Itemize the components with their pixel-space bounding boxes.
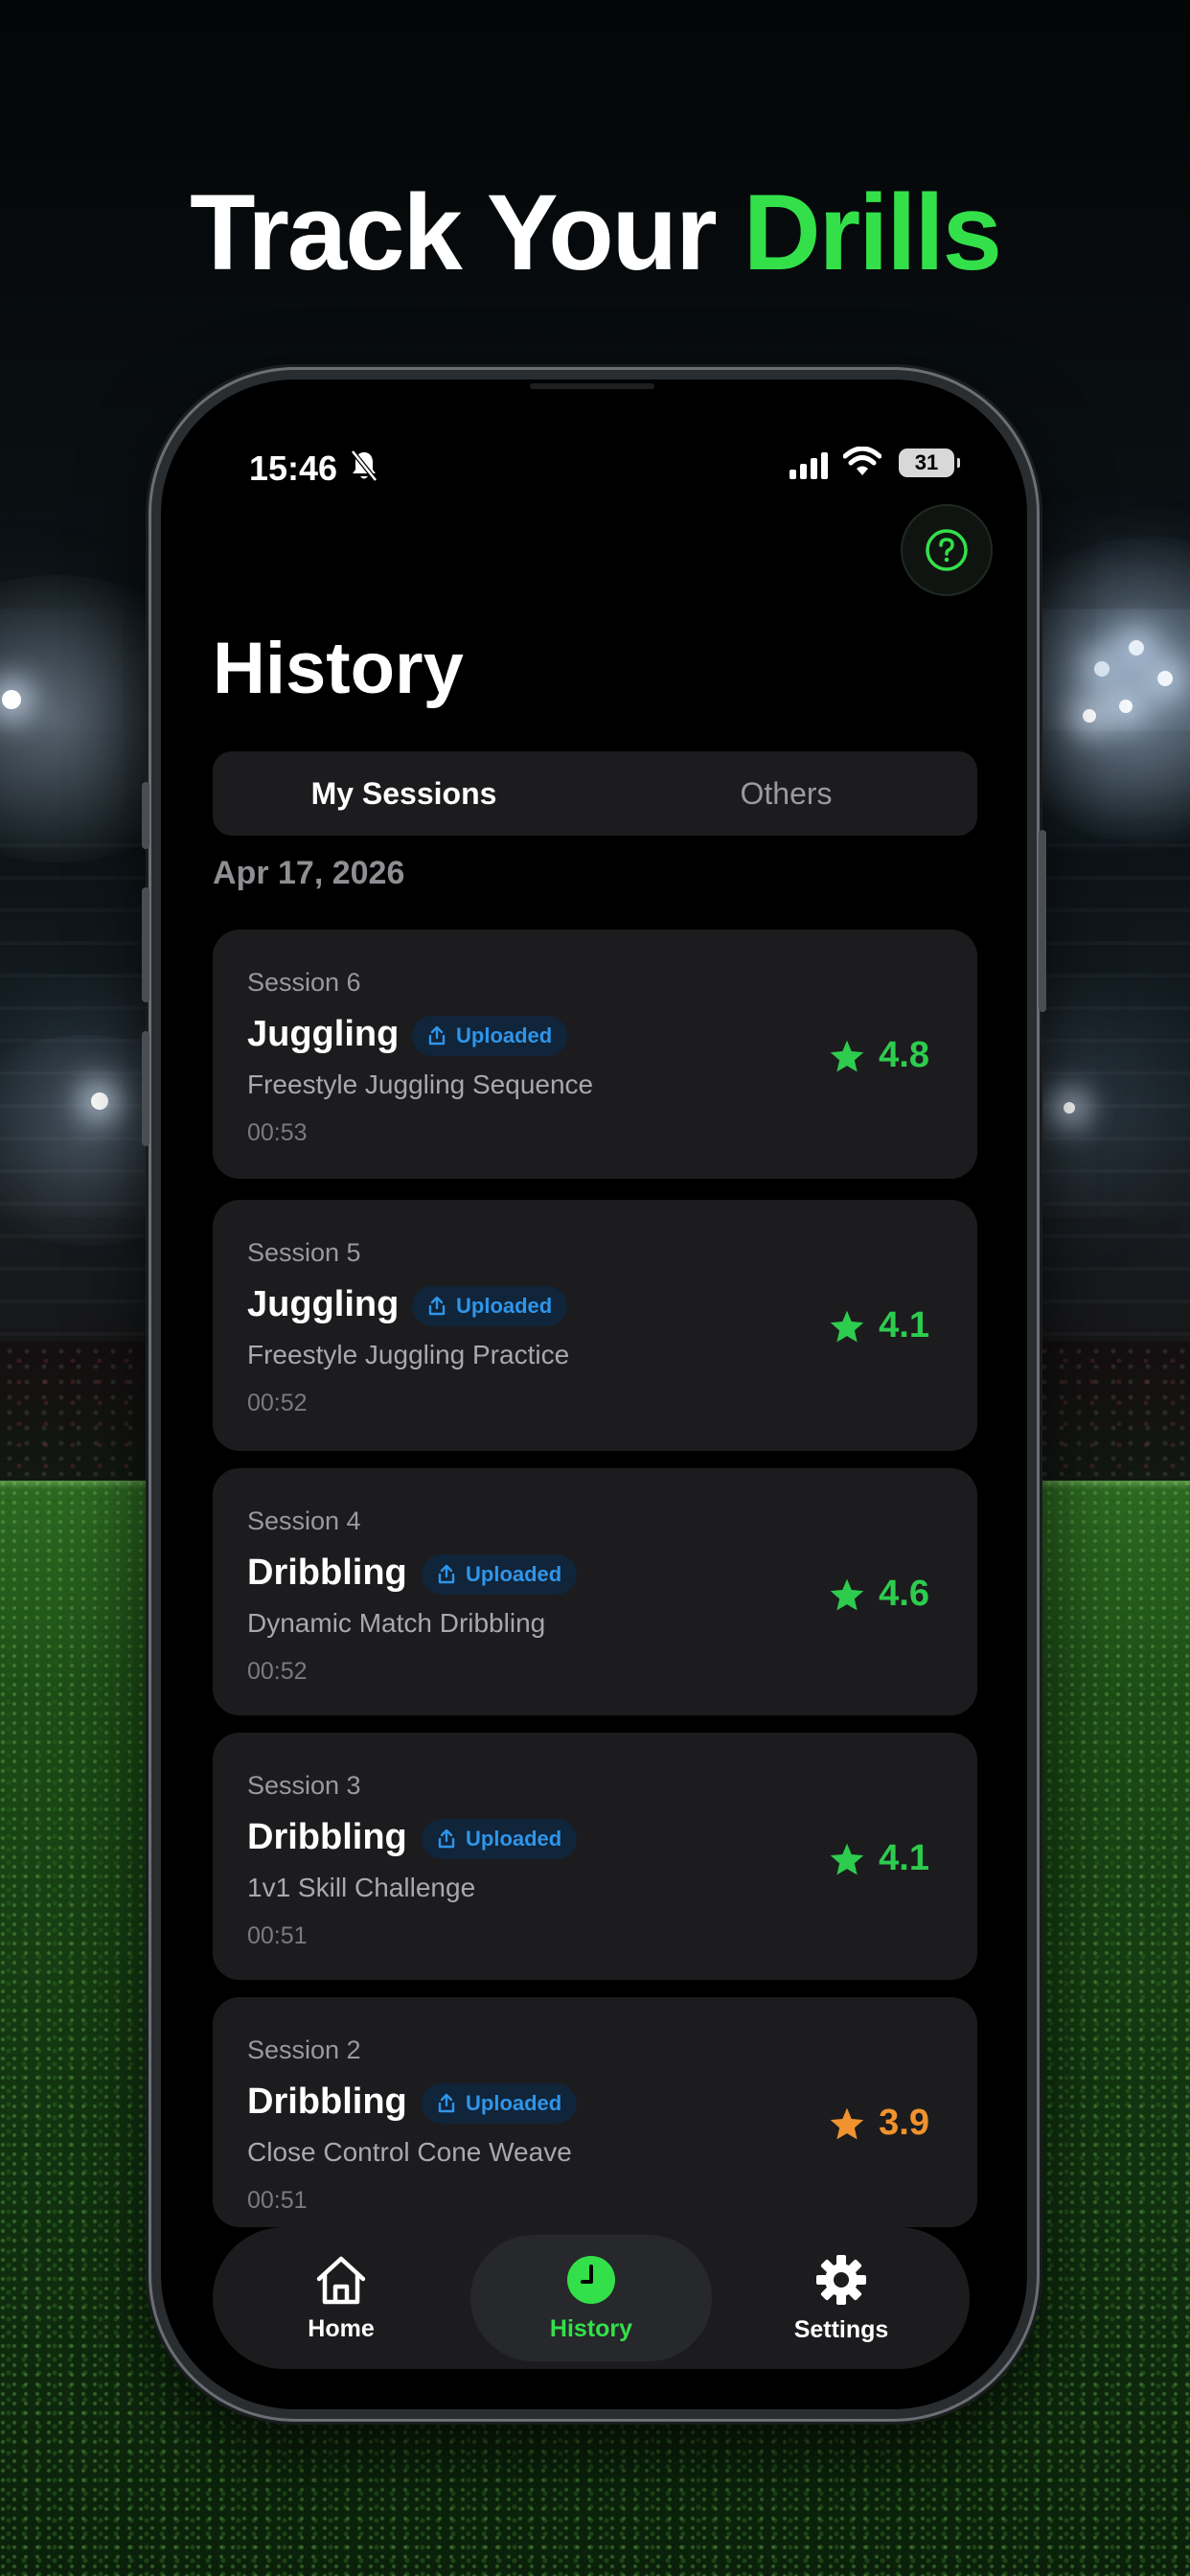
tab-home[interactable]: Home xyxy=(220,2235,462,2361)
status-time: 15:46 xyxy=(249,448,338,488)
uploaded-badge: Uploaded xyxy=(412,1016,568,1056)
session-card[interactable]: Session 6 Juggling Uploaded Freestyle Ju… xyxy=(213,930,977,1179)
tab-home-label: Home xyxy=(308,2314,375,2342)
session-duration: 00:52 xyxy=(247,1390,308,1416)
upload-icon xyxy=(438,1828,455,1849)
rating-value: 4.1 xyxy=(879,1305,929,1346)
rating-value: 4.1 xyxy=(879,1838,929,1878)
session-description: Freestyle Juggling Practice xyxy=(247,1340,570,1369)
uploaded-badge: Uploaded xyxy=(422,1554,578,1595)
session-number: Session 6 xyxy=(247,968,361,997)
badge-label: Uploaded xyxy=(466,2091,562,2115)
session-description: 1v1 Skill Challenge xyxy=(247,1873,476,1902)
session-duration: 00:51 xyxy=(247,2187,308,2214)
session-description: Close Control Cone Weave xyxy=(247,2137,572,2167)
help-button[interactable] xyxy=(901,504,993,596)
session-title: Dribbling xyxy=(247,1552,407,1593)
session-description: Dynamic Match Dribbling xyxy=(247,1608,546,1638)
session-card[interactable]: Session 3 Dribbling Uploaded 1v1 Skill C… xyxy=(213,1733,977,1980)
clock-icon xyxy=(567,2255,615,2304)
session-number: Session 5 xyxy=(247,1238,361,1267)
badge-label: Uploaded xyxy=(456,1024,553,1047)
session-duration: 00:52 xyxy=(247,1658,308,1685)
tab-history-label: History xyxy=(549,2314,633,2342)
uploaded-badge: Uploaded xyxy=(422,2083,578,2124)
session-number: Session 3 xyxy=(247,1771,361,1800)
star-icon xyxy=(830,1843,864,1874)
star-icon xyxy=(830,1310,864,1342)
badge-label: Uploaded xyxy=(456,1294,553,1318)
rating-value: 4.8 xyxy=(879,1035,929,1075)
session-card[interactable]: Session 5 Juggling Uploaded Freestyle Ju… xyxy=(213,1200,977,1451)
session-rating: 4.6 xyxy=(829,1574,929,1615)
bell-muted-icon xyxy=(349,448,379,488)
session-title: Dribbling xyxy=(247,2082,407,2122)
tab-settings[interactable]: Settings xyxy=(721,2235,962,2361)
gear-icon xyxy=(816,2254,866,2305)
bottom-tab-bar: Home History Settings xyxy=(213,2227,970,2369)
session-title: Juggling xyxy=(247,1014,400,1054)
session-card[interactable]: Session 4 Dribbling Uploaded Dynamic Mat… xyxy=(213,1468,977,1715)
upload-icon xyxy=(428,1296,446,1316)
session-rating: 4.8 xyxy=(829,1035,929,1076)
session-rating: 3.9 xyxy=(829,2103,929,2144)
upload-icon xyxy=(438,2093,455,2113)
app-screen: 15:46 31 History My Sessions Others Apr … xyxy=(161,380,1027,2409)
session-title: Juggling xyxy=(247,1284,400,1324)
star-icon xyxy=(830,1040,864,1071)
tab-my-sessions[interactable]: My Sessions xyxy=(213,751,595,836)
tab-others[interactable]: Others xyxy=(595,751,977,836)
question-icon xyxy=(926,529,968,571)
session-number: Session 4 xyxy=(247,1506,361,1535)
session-card[interactable]: Session 2 Dribbling Uploaded Close Contr… xyxy=(213,1997,977,2227)
phone-frame: 15:46 31 History My Sessions Others Apr … xyxy=(142,370,1046,2419)
headline-accent-text: Drills xyxy=(743,172,1002,292)
marketing-headline: Track Your Drills xyxy=(0,171,1190,294)
rating-value: 3.9 xyxy=(879,2103,929,2143)
home-icon xyxy=(316,2256,366,2304)
star-icon xyxy=(830,1578,864,1610)
headline-text: Track Your xyxy=(190,172,744,292)
session-number: Session 2 xyxy=(247,2036,361,2064)
sessions-segmented-control: My Sessions Others xyxy=(213,751,977,836)
session-title: Dribbling xyxy=(247,1817,407,1857)
session-rating: 4.1 xyxy=(829,1838,929,1879)
session-duration: 00:51 xyxy=(247,1922,308,1949)
wifi-icon xyxy=(842,446,882,484)
session-duration: 00:53 xyxy=(247,1119,308,1146)
star-icon xyxy=(830,2107,864,2139)
date-group-header: Apr 17, 2026 xyxy=(213,855,405,891)
rating-value: 4.6 xyxy=(879,1574,929,1614)
badge-label: Uploaded xyxy=(466,1562,562,1586)
uploaded-badge: Uploaded xyxy=(412,1286,568,1326)
uploaded-badge: Uploaded xyxy=(422,1819,578,1859)
upload-icon xyxy=(438,1564,455,1584)
page-title: History xyxy=(213,628,464,709)
session-description: Freestyle Juggling Sequence xyxy=(247,1070,594,1099)
session-rating: 4.1 xyxy=(829,1305,929,1346)
badge-label: Uploaded xyxy=(466,1827,562,1851)
upload-icon xyxy=(428,1025,446,1046)
tab-history[interactable]: History xyxy=(470,2235,712,2361)
tab-settings-label: Settings xyxy=(793,2315,889,2343)
battery-indicator: 31 xyxy=(899,448,960,477)
cellular-signal-icon xyxy=(790,452,832,484)
